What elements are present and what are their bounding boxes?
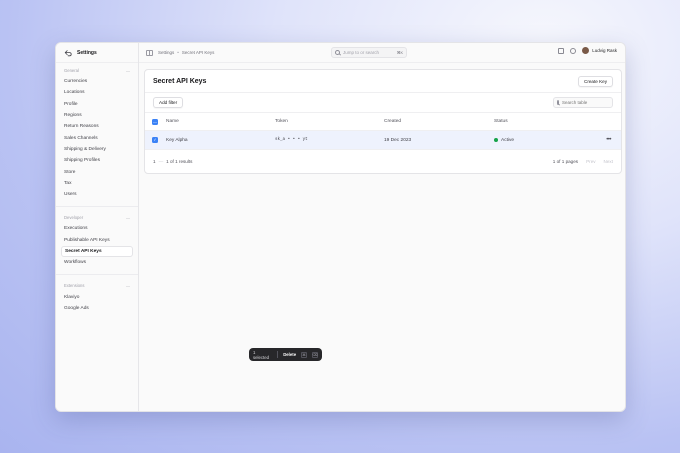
sidebar-item-shipping-delivery[interactable]: Shipping & Delivery — [61, 144, 133, 155]
general-section: General — Currencies Locations Profile R… — [56, 65, 138, 200]
sidebar-item-workflows[interactable]: Workflows — [61, 257, 133, 268]
sidebar-item-executions[interactable]: Executions — [61, 223, 133, 234]
create-key-button[interactable]: Create Key — [578, 75, 613, 87]
pagination-range: 1 — 1 of 1 results — [153, 159, 192, 164]
notifications-icon[interactable] — [558, 47, 565, 54]
column-header-token[interactable]: Token — [275, 119, 384, 124]
sidebar-item-currencies[interactable]: Currencies — [61, 76, 133, 87]
table-search-input[interactable] — [562, 100, 610, 105]
breadcrumb-settings[interactable]: Settings — [158, 50, 174, 55]
next-page-button[interactable]: Next — [604, 159, 613, 164]
card-header: Secret API Keys Create Key — [145, 70, 621, 93]
row-name: Key Alpha — [166, 137, 188, 143]
topbar-actions: Ludvig Rask — [558, 47, 617, 54]
column-header-created[interactable]: Created — [384, 119, 494, 124]
global-search-placeholder: Jump to or search — [343, 50, 380, 55]
global-search[interactable]: Jump to or search ⌘K — [331, 47, 407, 58]
collapse-icon[interactable]: — — [126, 215, 130, 220]
column-header-name[interactable]: Name — [165, 119, 275, 124]
row-checkbox[interactable]: ✓ — [152, 137, 158, 143]
delete-shortcut-key: ⌘ — [301, 351, 308, 358]
developer-section: Developer — Executions Publishable API K… — [56, 212, 138, 268]
row-created: 19 Dec 2023 — [384, 137, 412, 143]
column-header-status[interactable]: Status — [494, 119, 594, 124]
collapse-icon[interactable]: — — [126, 283, 130, 288]
row-status: Active — [494, 138, 594, 143]
status-badge: Active — [501, 137, 515, 143]
topbar: Settings • Secret API Keys Jump to or se… — [139, 43, 625, 63]
sidebar-item-users[interactable]: Users — [61, 189, 133, 200]
sidebar-divider — [56, 206, 138, 208]
range-start: 1 — [153, 158, 156, 164]
selected-count: 1 selected — [253, 349, 270, 360]
search-icon — [557, 100, 559, 105]
action-bar-divider — [277, 351, 279, 358]
table-row[interactable]: ✓ Key Alpha sk_a • • • yt 19 Dec 2023 Ac… — [145, 131, 621, 150]
delete-button[interactable]: Delete — [283, 352, 296, 357]
row-token: sk_a • • • yt — [275, 138, 308, 142]
avatar — [582, 47, 590, 54]
secret-keys-card: Secret API Keys Create Key Add filter — … — [144, 69, 622, 174]
breadcrumb-current: Secret API Keys — [181, 50, 215, 55]
page-title: Secret API Keys — [153, 77, 207, 85]
sidebar-item-sales-channels[interactable]: Sales Channels — [61, 132, 133, 143]
pagination-controls: 1 of 1 pages Prev Next — [553, 159, 613, 164]
developer-section-label: Developer — [64, 215, 84, 221]
user-menu[interactable]: Ludvig Rask — [582, 47, 617, 54]
search-icon — [335, 50, 340, 55]
gear-icon[interactable] — [570, 47, 577, 54]
sidebar: Settings General — Currencies Locations … — [56, 43, 139, 411]
keys-table: — Name Token Created Status ✓ Key Alpha … — [145, 113, 621, 150]
extensions-section-header[interactable]: Extensions — — [61, 280, 133, 291]
add-filter-button[interactable]: Add filter — [153, 97, 184, 108]
sidebar-item-google-ads[interactable]: Google Ads — [61, 303, 133, 314]
sidebar-header[interactable]: Settings — [56, 43, 138, 63]
sidebar-item-store[interactable]: Store — [61, 166, 133, 177]
selection-action-bar: 1 selected Delete ⌘ ⌫ — [249, 348, 322, 361]
general-section-header[interactable]: General — — [61, 65, 133, 76]
breadcrumb: Settings • Secret API Keys — [158, 50, 214, 55]
prev-page-button[interactable]: Prev — [586, 159, 595, 164]
sidebar-item-tax[interactable]: Tax — [61, 178, 133, 189]
sidebar-title: Settings — [77, 49, 97, 56]
table-search[interactable] — [553, 97, 613, 108]
status-dot-icon — [494, 138, 498, 142]
sidebar-item-locations[interactable]: Locations — [61, 87, 133, 98]
table-header-row: — Name Token Created Status — [145, 113, 621, 131]
filter-row: Add filter — [145, 93, 621, 113]
extensions-section: Extensions — Klaviyo Google Ads — [56, 280, 138, 314]
sidebar-item-klaviyo[interactable]: Klaviyo — [61, 291, 133, 302]
extensions-section-label: Extensions — [64, 283, 85, 289]
sidebar-item-shipping-profiles[interactable]: Shipping Profiles — [61, 155, 133, 166]
select-all-checkbox[interactable]: — — [152, 118, 158, 125]
sidebar-item-return-reasons[interactable]: Return Reasons — [61, 121, 133, 132]
general-section-label: General — [64, 68, 79, 73]
settings-window: Settings General — Currencies Locations … — [55, 42, 626, 412]
collapse-icon[interactable]: — — [126, 68, 130, 73]
sidebar-toggle-icon[interactable] — [146, 49, 153, 56]
sidebar-item-regions[interactable]: Regions — [61, 110, 133, 121]
close-shortcut-key[interactable]: ⌫ — [312, 351, 319, 358]
pagination: 1 — 1 of 1 results 1 of 1 pages Prev Nex… — [145, 150, 621, 172]
breadcrumb-separator: • — [177, 50, 179, 55]
row-actions-button[interactable]: ••• — [594, 137, 621, 143]
search-shortcut: ⌘K — [396, 51, 403, 55]
sidebar-divider — [56, 274, 138, 276]
sidebar-item-profile[interactable]: Profile — [61, 99, 133, 110]
range-text: 1 of 1 results — [166, 158, 193, 164]
range-dash: — — [158, 158, 164, 164]
developer-section-header[interactable]: Developer — — [61, 212, 133, 223]
sidebar-item-secret-api-keys[interactable]: Secret API Keys — [61, 245, 133, 258]
user-name: Ludvig Rask — [592, 48, 617, 53]
pages-text: 1 of 1 pages — [552, 158, 579, 164]
sidebar-item-publishable-api-keys[interactable]: Publishable API Keys — [61, 235, 133, 246]
back-arrow-icon[interactable] — [64, 49, 72, 57]
